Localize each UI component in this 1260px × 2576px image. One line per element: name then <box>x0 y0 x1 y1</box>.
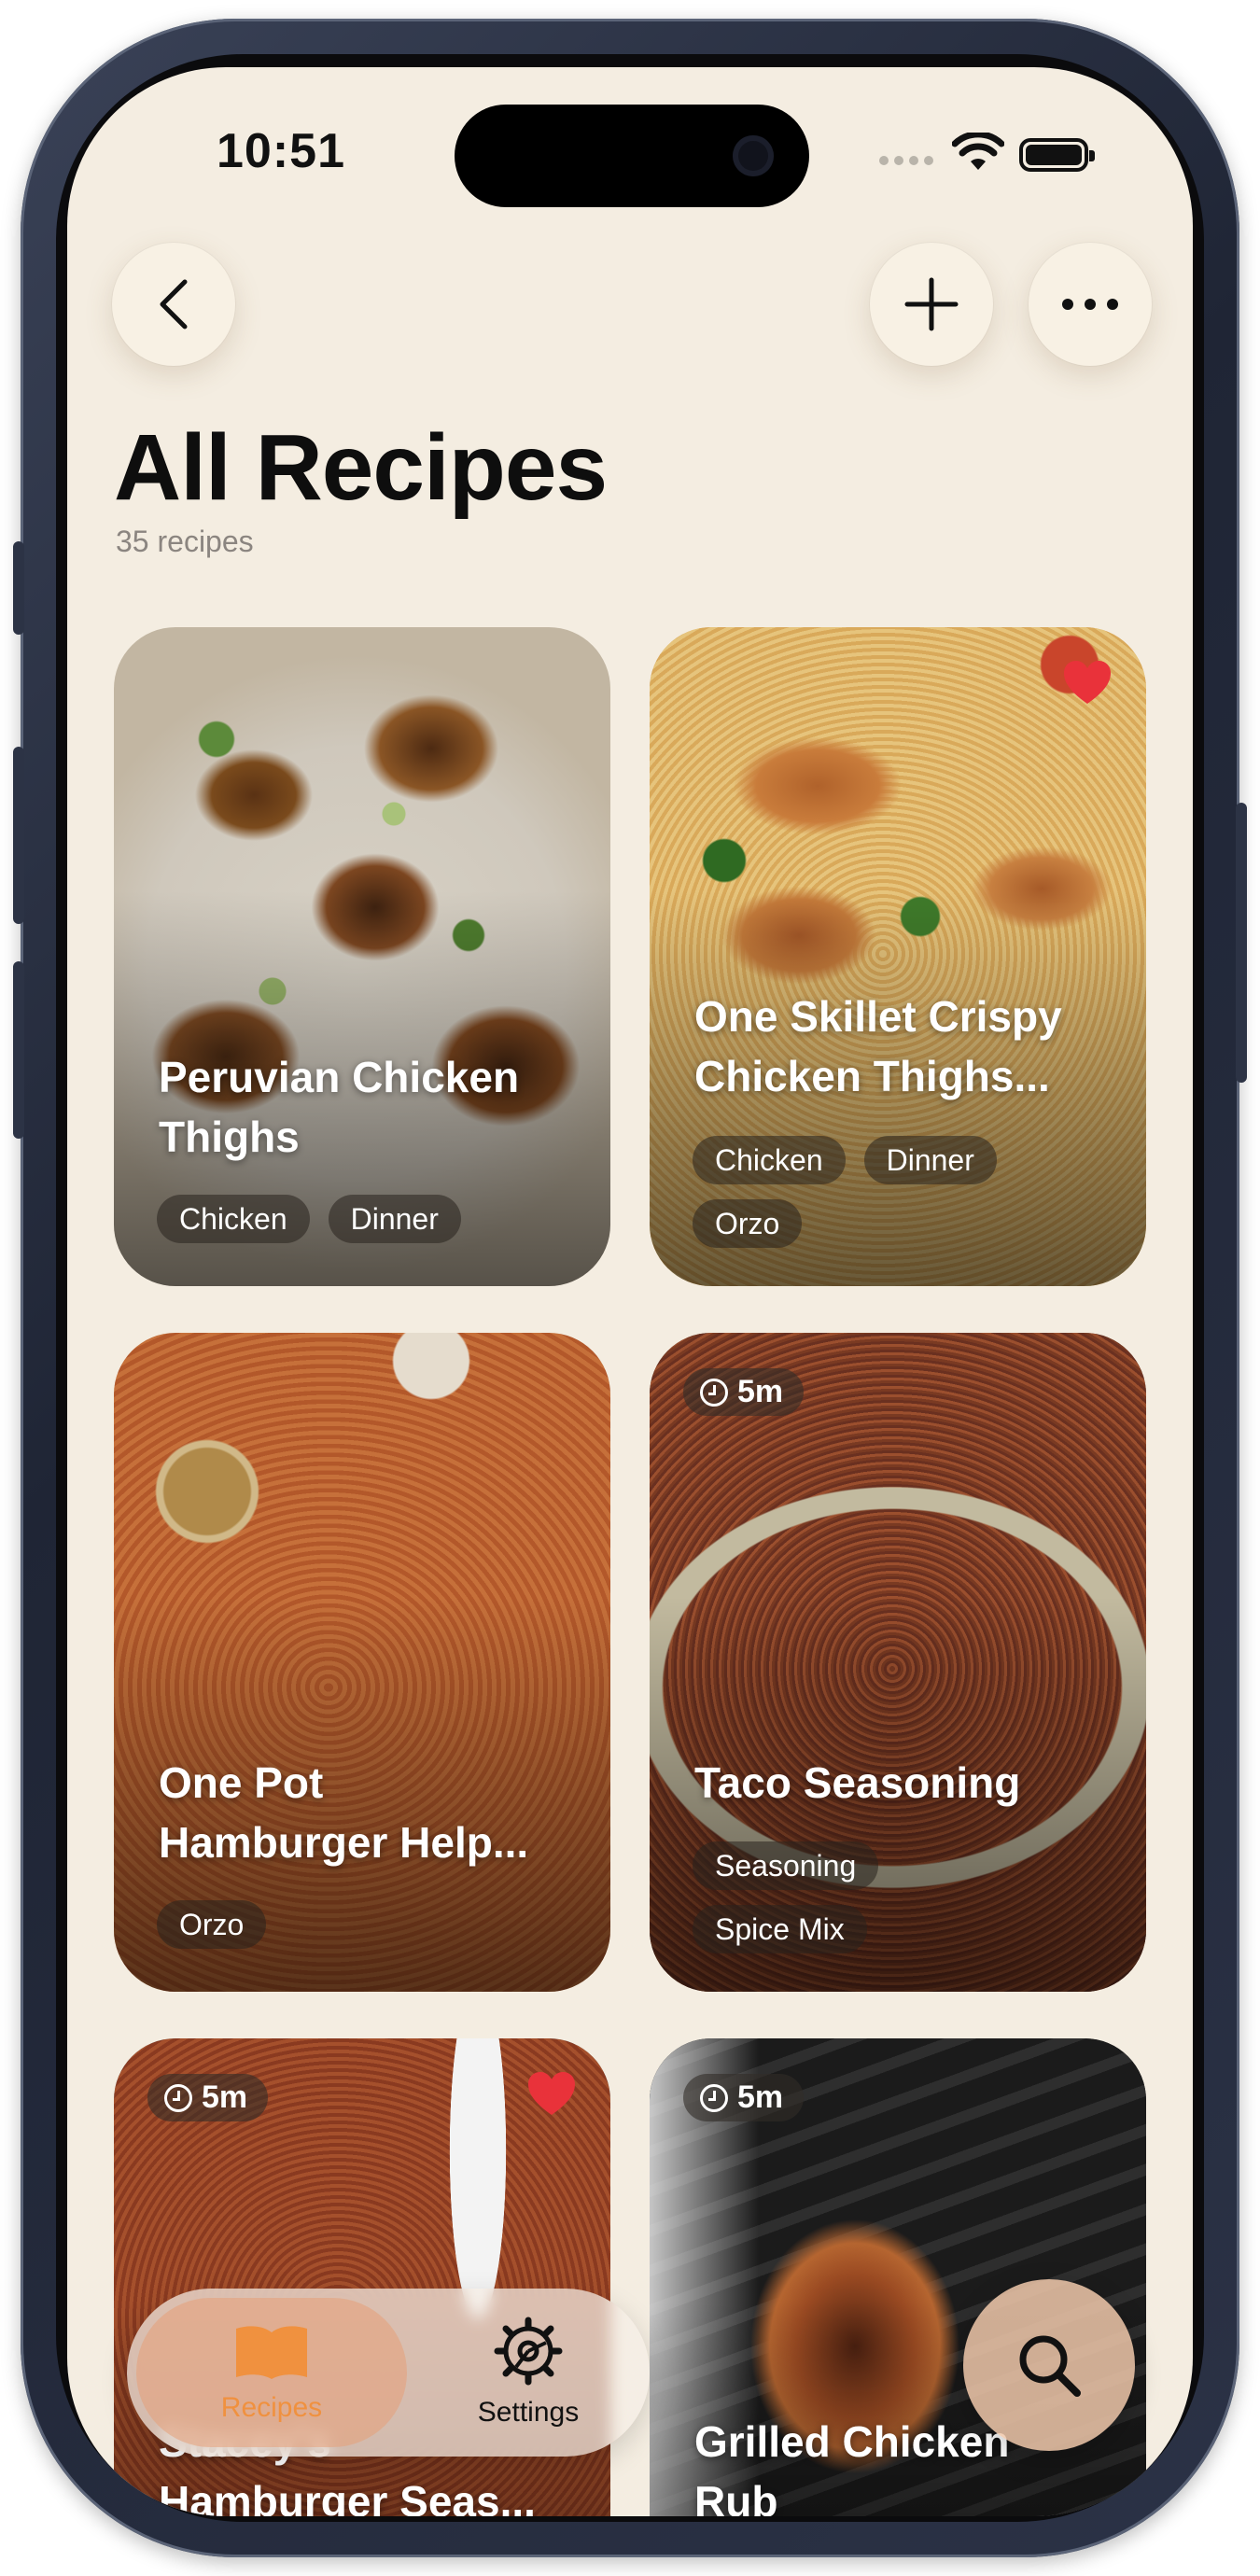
book-icon <box>236 2326 307 2379</box>
page-title: All Recipes <box>114 415 608 520</box>
add-recipe-button[interactable] <box>870 243 993 366</box>
back-button[interactable] <box>112 243 235 366</box>
more-options-button[interactable] <box>1029 243 1152 366</box>
action-button <box>13 541 24 635</box>
tab-label: Recipes <box>220 2392 323 2423</box>
recipe-title: One Pot Hamburger Help... <box>159 1758 529 1867</box>
cellular-signal-icon <box>879 156 933 165</box>
ellipsis-icon <box>1062 299 1118 310</box>
volume-down-button <box>13 961 24 1139</box>
tag[interactable]: Dinner <box>863 1136 997 1184</box>
dynamic-island <box>455 105 809 207</box>
tag-list: Orzo <box>157 1900 567 1949</box>
prep-time-badge: 5m <box>683 2074 805 2121</box>
clock-icon <box>700 2083 728 2112</box>
recipe-count: 35 recipes <box>116 525 254 558</box>
tab-bar: Recipes Settings <box>127 2289 650 2457</box>
power-button <box>1236 803 1247 1083</box>
tab-label: Settings <box>477 2397 580 2428</box>
search-icon <box>1019 2335 1081 2397</box>
tag[interactable]: Chicken <box>157 1195 310 1243</box>
chevron-left-icon <box>160 279 188 329</box>
recipe-card[interactable]: 5m Taco Seasoning Seasoning Spice Mix <box>650 1333 1146 1992</box>
prep-time-badge: 5m <box>147 2074 269 2121</box>
clock-icon <box>700 1378 728 1407</box>
tab-settings[interactable]: Settings <box>416 2298 640 2447</box>
tag-list: Chicken Dinner <box>157 1195 567 1243</box>
tag[interactable]: Spice Mix <box>693 1905 867 1953</box>
recipe-title: Peruvian Chicken Thighs <box>159 1053 520 1161</box>
tag[interactable]: Seasoning <box>693 1841 879 1890</box>
plus-icon <box>904 277 959 331</box>
tag[interactable]: Orzo <box>693 1199 803 1248</box>
tag[interactable]: Dinner <box>328 1195 461 1243</box>
gear-icon <box>494 2317 563 2386</box>
recipe-card[interactable]: One Skillet Crispy Chicken Thighs... Chic… <box>650 627 1146 1286</box>
tag[interactable]: Orzo <box>157 1900 267 1949</box>
wifi-icon <box>952 133 1004 170</box>
tag[interactable]: Chicken <box>693 1136 846 1184</box>
status-time: 10:51 <box>217 124 345 178</box>
search-button[interactable] <box>963 2279 1135 2451</box>
battery-icon <box>1019 138 1095 172</box>
recipe-card[interactable]: One Pot Hamburger Help... Orzo <box>114 1333 610 1992</box>
recipe-title: Taco Seasoning <box>694 1758 1021 1807</box>
tag-list: Chicken Dinner Orzo <box>693 1136 1103 1248</box>
tag-list: Seasoning Spice Mix <box>693 1841 1103 1953</box>
volume-up-button <box>13 747 24 924</box>
recipe-card[interactable]: Peruvian Chicken Thighs Chicken Dinner <box>114 627 610 1286</box>
clock-icon <box>164 2083 192 2112</box>
app-screen: 10:51 All Recipes 35 recipes Peruvian Ch… <box>67 67 1193 2516</box>
favorite-heart-icon[interactable] <box>1062 659 1113 706</box>
favorite-heart-icon[interactable] <box>526 2070 577 2117</box>
recipe-title: One Skillet Crispy Chicken Thighs... <box>694 992 1062 1100</box>
tab-recipes[interactable]: Recipes <box>136 2298 407 2447</box>
prep-time-badge: 5m <box>683 1368 805 1416</box>
